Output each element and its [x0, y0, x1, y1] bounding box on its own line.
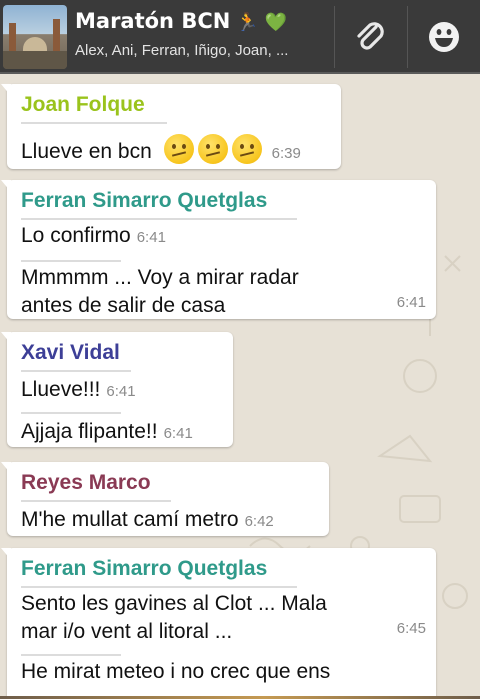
- emoji-button[interactable]: [408, 0, 480, 74]
- message-text: Sento les gavines al Clot ... Mala mar i…: [21, 590, 426, 646]
- message-time: 6:45: [396, 620, 426, 637]
- message-separator: [21, 412, 121, 414]
- message-text: Llueve!!! 6:41: [21, 376, 223, 406]
- message-separator: [21, 654, 121, 656]
- sender-divider: [21, 122, 167, 124]
- message-text: Lo confirmo 6:41: [21, 222, 426, 252]
- message-bubble[interactable]: Reyes Marco M'he mullat camí metro 6:42: [1, 462, 329, 536]
- message-bubble[interactable]: Xavi Vidal Llueve!!! 6:41 Ajjaja flipante…: [1, 332, 233, 448]
- message-time: 6:41: [396, 294, 426, 311]
- message-text: M'he mullat camí metro 6:42: [21, 506, 319, 536]
- sender-divider: [21, 370, 131, 372]
- smiley-icon: [429, 22, 459, 52]
- sender-divider: [21, 586, 297, 588]
- message-bubble[interactable]: Ferran Simarro Quetglas Sento les gavine…: [1, 548, 436, 699]
- message-bubble[interactable]: Joan Folque Llueve en bcn 6:39: [1, 84, 341, 169]
- confused-face-emoji: [231, 134, 262, 164]
- confused-face-emoji: [197, 134, 228, 164]
- message-body-line: Sento les gavines al Clot ... Mala: [21, 592, 327, 615]
- message-body: Llueve!!!: [21, 378, 101, 401]
- message-time: 6:39: [271, 145, 301, 162]
- message-body: He mirat meteo i no crec que ens: [21, 660, 331, 683]
- message-body-line: mar i/o vent al litoral ...: [21, 620, 233, 643]
- chat-header: Maratón BCN 🏃 💚 Alex, Ani, Ferran, Iñigo, …: [0, 0, 480, 74]
- sender-name: Joan Folque: [21, 93, 145, 116]
- message-body: Llueve en bcn: [21, 140, 152, 163]
- green-heart-emoji: 💚: [264, 12, 288, 33]
- group-avatar[interactable]: [3, 5, 67, 69]
- sender-name: Ferran Simarro Quetglas: [21, 557, 268, 580]
- message-bubble[interactable]: Ferran Simarro Quetglas Lo confirmo 6:41 …: [1, 180, 436, 320]
- sender-name: Xavi Vidal: [21, 341, 120, 364]
- paperclip-icon: [357, 22, 384, 50]
- confused-face-emoji: [163, 134, 194, 164]
- message-body: Ajjaja flipante!!: [21, 420, 158, 443]
- runner-emoji: 🏃: [236, 12, 259, 33]
- group-name: Maratón BCN: [75, 9, 231, 33]
- message-text: Llueve en bcn 6:39: [21, 134, 331, 168]
- attach-button[interactable]: [334, 0, 406, 74]
- message-time: 6:41: [136, 229, 166, 246]
- message-text: He mirat meteo i no crec que ens: [21, 658, 426, 686]
- message-separator: [21, 260, 121, 262]
- message-body: M'he mullat camí metro: [21, 508, 239, 531]
- message-text: Ajjaja flipante!! 6:41: [21, 418, 223, 448]
- group-title[interactable]: Maratón BCN 🏃 💚: [75, 9, 345, 33]
- message-time: 6:42: [244, 513, 274, 530]
- message-list[interactable]: Joan Folque Llueve en bcn 6:39 Ferran Si…: [0, 76, 480, 699]
- sender-divider: [21, 500, 171, 502]
- message-body-line: antes de salir de casa: [21, 294, 226, 317]
- sender-name: Reyes Marco: [21, 471, 151, 494]
- sender-name: Ferran Simarro Quetglas: [21, 189, 268, 212]
- message-body: Lo confirmo: [21, 224, 131, 247]
- sender-divider: [21, 218, 297, 220]
- message-text: Mmmmm ... Voy a mirar radar antes de sal…: [21, 264, 426, 320]
- message-body-line: Mmmmm ... Voy a mirar radar: [21, 266, 299, 289]
- group-members[interactable]: Alex, Ani, Ferran, Iñigo, Joan, ...: [75, 42, 337, 59]
- message-time: 6:41: [163, 425, 193, 442]
- message-time: 6:41: [106, 383, 136, 400]
